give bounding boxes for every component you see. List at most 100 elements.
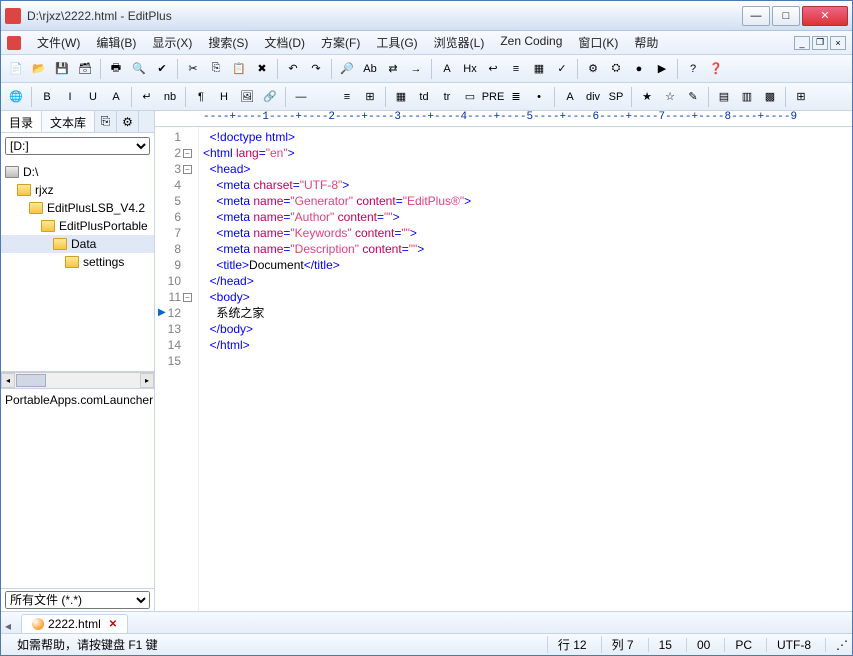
link-button[interactable]: 🔗 (259, 86, 281, 108)
code-line[interactable]: <meta name="Author" content=""> (203, 209, 848, 225)
mdi-minimize-button[interactable]: _ (794, 36, 810, 50)
y1-button[interactable]: ★ (636, 86, 658, 108)
hr-button[interactable]: — (290, 86, 312, 108)
tree-item[interactable]: EditPlusPortable (1, 217, 154, 235)
italic-button[interactable]: I (59, 86, 81, 108)
p-button[interactable]: ¶ (190, 86, 212, 108)
minimize-button[interactable]: — (742, 6, 770, 26)
recorder-button[interactable]: ● (628, 58, 650, 80)
drive-select[interactable]: [D:] (5, 137, 150, 155)
sidebar-hscroll[interactable]: ◂ ▸ (1, 372, 154, 388)
file-list-item[interactable]: PortableApps.comLauncher (5, 393, 150, 407)
drive-dropdown[interactable]: [D:] (5, 137, 150, 155)
findword-button[interactable]: Ab (359, 58, 381, 80)
sidebar-settings-icon[interactable]: ⚙ (117, 111, 139, 132)
saveall-button[interactable]: 🗃 (74, 58, 96, 80)
goto-button[interactable]: → (405, 58, 427, 80)
delete-button[interactable]: ✖ (251, 58, 273, 80)
menu-item[interactable]: 窗口(K) (570, 31, 626, 54)
g1-button[interactable]: ▤ (713, 86, 735, 108)
menu-item[interactable]: 工具(G) (368, 31, 425, 54)
menu-item[interactable]: 浏览器(L) (426, 31, 493, 54)
titlebar[interactable]: D:\rjxz\2222.html - EditPlus — □ ✕ (1, 1, 852, 31)
tree-item[interactable]: rjxz (1, 181, 154, 199)
mdi-restore-button[interactable]: ❐ (812, 36, 828, 50)
menu-item[interactable]: 文件(W) (29, 31, 88, 54)
wrap-button[interactable]: ↩ (482, 58, 504, 80)
menu-item[interactable]: 显示(X) (144, 31, 200, 54)
hex-button[interactable]: Hx (459, 58, 481, 80)
grid-button[interactable]: ⊞ (790, 86, 812, 108)
gutter-line[interactable]: 6 (157, 209, 192, 225)
code-line[interactable]: <head> (203, 161, 848, 177)
gutter-line[interactable]: 7 (157, 225, 192, 241)
tab-scroll-left-icon[interactable]: ◂ (5, 619, 11, 633)
open-button[interactable]: 📂 (28, 58, 50, 80)
tree-item[interactable]: settings (1, 253, 154, 271)
comment-button[interactable] (313, 86, 335, 108)
sidebar-tab-cliptext[interactable]: 文本库 (42, 111, 95, 132)
gutter-line[interactable]: 14 (157, 337, 192, 353)
div-button[interactable]: div (582, 86, 604, 108)
code-area[interactable]: <!doctype html><html lang="en"> <head> <… (199, 127, 852, 611)
fold-icon[interactable]: − (183, 293, 192, 302)
cfg1-button[interactable]: ⚙ (582, 58, 604, 80)
pre-button[interactable]: ≣ (505, 86, 527, 108)
linenum-button[interactable]: ≡ (505, 58, 527, 80)
code-line[interactable]: 系统之家 (203, 305, 848, 321)
h1-button[interactable]: H (213, 86, 235, 108)
gutter-line[interactable]: 8 (157, 241, 192, 257)
paste-button[interactable]: 📋 (228, 58, 250, 80)
gutter-line[interactable]: 15 (157, 353, 192, 369)
line-gutter[interactable]: 12−3−4567891011−▶12131415 (155, 127, 199, 611)
fold-icon[interactable]: − (183, 149, 192, 158)
code-line[interactable]: <title>Document</title> (203, 257, 848, 273)
tree-item[interactable]: D:\ (1, 163, 154, 181)
sidebar-tab-directory[interactable]: 目录 (1, 111, 42, 132)
sidebar-func-icon[interactable]: ⎘ (95, 111, 117, 132)
gutter-line[interactable]: 9 (157, 257, 192, 273)
input-button[interactable]: PRE (482, 86, 504, 108)
fold-icon[interactable]: − (183, 165, 192, 174)
file-filter[interactable]: 所有文件 (*.*) (1, 588, 154, 611)
fontcolor-button[interactable]: A (105, 86, 127, 108)
code-line[interactable]: </html> (203, 337, 848, 353)
sp-button[interactable]: SP (605, 86, 627, 108)
A-red-button[interactable]: A (559, 86, 581, 108)
help-button[interactable]: ? (682, 58, 704, 80)
scroll-left-icon[interactable]: ◂ (1, 373, 15, 388)
gutter-line[interactable]: 13 (157, 321, 192, 337)
center-button[interactable]: ⊞ (359, 86, 381, 108)
document-tab[interactable]: 2222.html ✕ (21, 614, 128, 633)
code-line[interactable]: <!doctype html> (203, 129, 848, 145)
scroll-right-icon[interactable]: ▸ (140, 373, 154, 388)
whatsthis-button[interactable]: ❓ (705, 58, 727, 80)
new-button[interactable]: 📄 (5, 58, 27, 80)
find-button[interactable]: 🔎 (336, 58, 358, 80)
maximize-button[interactable]: □ (772, 6, 800, 26)
code-line[interactable]: <meta name="Keywords" content=""> (203, 225, 848, 241)
code-line[interactable]: <meta name="Description" content=""> (203, 241, 848, 257)
code-line[interactable]: </head> (203, 273, 848, 289)
coldiv-button[interactable]: ▦ (528, 58, 550, 80)
mdi-close-button[interactable]: × (830, 36, 846, 50)
status-grip-icon[interactable]: ⋰ (825, 638, 846, 652)
filter-dropdown[interactable]: 所有文件 (*.*) (5, 591, 150, 609)
spell-button[interactable]: ✔ (151, 58, 173, 80)
replace-button[interactable]: ⇄ (382, 58, 404, 80)
td-button[interactable]: td (413, 86, 435, 108)
preview-button[interactable]: 🔍 (128, 58, 150, 80)
menu-item[interactable]: 编辑(B) (88, 31, 144, 54)
gutter-line[interactable]: 3− (157, 161, 192, 177)
gutter-line[interactable]: 4 (157, 177, 192, 193)
copy-button[interactable]: ⎘ (205, 58, 227, 80)
gutter-line[interactable]: 11− (157, 289, 192, 305)
bold-button[interactable]: B (36, 86, 58, 108)
form-button[interactable]: ▭ (459, 86, 481, 108)
menu-item[interactable]: 搜索(S) (200, 31, 256, 54)
gutter-line[interactable]: ▶12 (157, 305, 192, 321)
cfg2-button[interactable]: ⛭ (605, 58, 627, 80)
code-line[interactable]: <meta name="Generator" content="EditPlus… (203, 193, 848, 209)
play-button[interactable]: ▶ (651, 58, 673, 80)
g2-button[interactable]: ▥ (736, 86, 758, 108)
